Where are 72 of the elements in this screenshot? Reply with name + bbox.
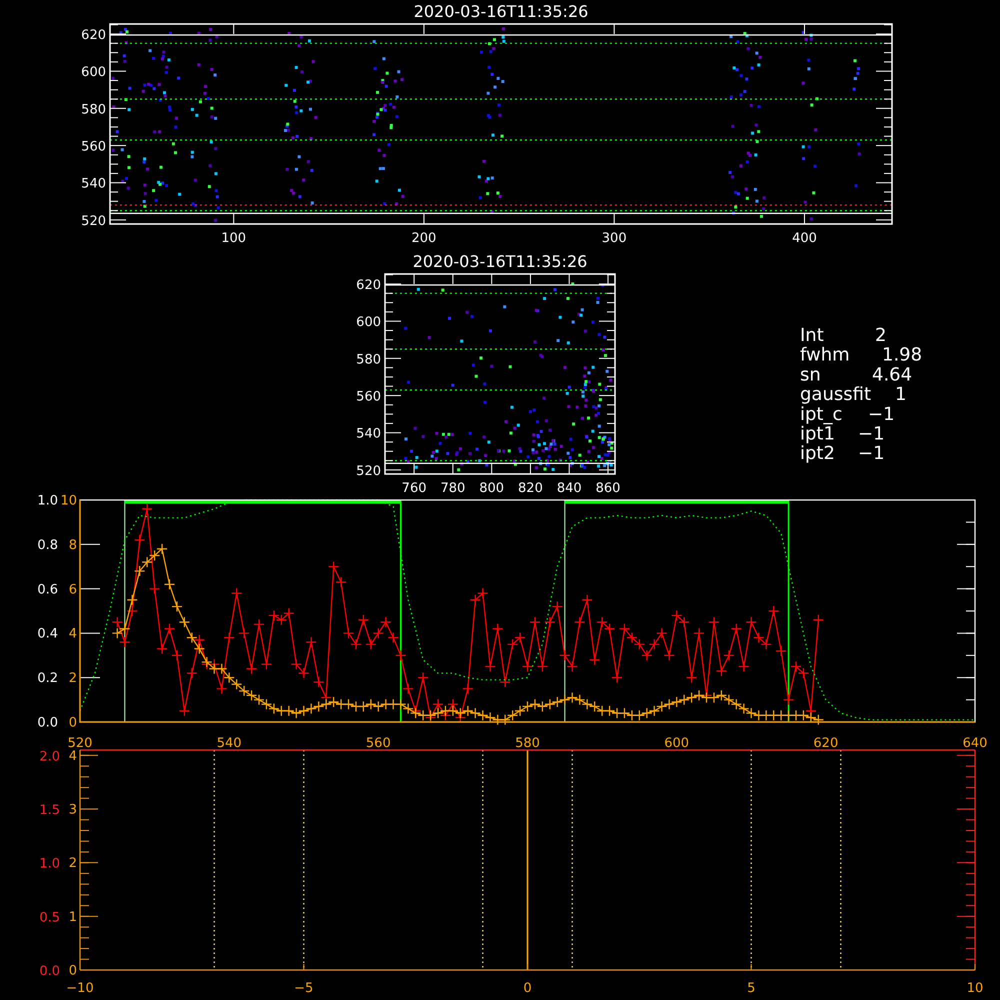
axis-tick-label: 620	[356, 278, 381, 294]
axis-tick-label: 5	[747, 981, 756, 996]
secondary-axis-label: 2	[68, 671, 77, 686]
parameter-value: 1.98	[882, 344, 922, 366]
axis-tick-label: 860	[596, 481, 620, 496]
axis-tick-label: 100	[221, 231, 246, 246]
parameter-name: ipt_c	[800, 404, 842, 425]
parameter-name: gaussfit	[800, 384, 872, 406]
secondary-axis-label: 1	[68, 910, 77, 925]
parameter-name: fwhm	[800, 344, 850, 366]
secondary-axis-label: 6	[68, 582, 77, 598]
axis-tick-label: 0.5	[39, 910, 60, 926]
secondary-axis-label: 8	[68, 538, 77, 553]
axis-tick-label: 400	[792, 231, 817, 246]
axis-tick-label: 1.0	[39, 856, 60, 872]
axis-tick-label: 540	[216, 736, 242, 751]
axis-tick-label: 560	[356, 390, 381, 405]
parameter-value: −1	[858, 424, 885, 444]
secondary-axis-label: 0	[68, 716, 77, 730]
parameter-value: −1	[858, 443, 885, 464]
axis-tick-label: 300	[602, 231, 627, 246]
axis-tick-label: 580	[356, 352, 381, 368]
secondary-axis-label: 10	[60, 494, 77, 508]
parameter-name: ipt2	[800, 443, 835, 464]
axis-tick-label: −5	[294, 981, 314, 996]
axis-tick-label: 540	[356, 426, 381, 442]
axis-tick-label: 840	[556, 481, 582, 496]
axis-tick-label: 0.6	[37, 582, 58, 598]
axis-tick-label: 0.0	[39, 964, 60, 979]
axis-tick-label: 580	[515, 736, 540, 751]
axis-tick-label: 800	[479, 481, 504, 496]
axis-tick-label: 760	[402, 481, 426, 496]
secondary-axis-label: 3	[68, 802, 77, 818]
axis-tick-label: 640	[962, 736, 988, 751]
axis-tick-label: 560	[366, 736, 391, 751]
axis-tick-label: 780	[440, 481, 466, 496]
axis-tick-label: 0.2	[37, 671, 58, 686]
axis-tick-label: 560	[81, 140, 106, 155]
axis-tick-label: 1.5	[39, 803, 60, 818]
axis-tick-label: 600	[81, 65, 106, 80]
axis-tick-label: 0.0	[37, 716, 58, 730]
axis-tick-label: 600	[664, 736, 690, 751]
axis-tick-label: 540	[81, 176, 106, 192]
axis-tick-label: 10	[966, 981, 984, 996]
axis-tick-label: 520	[356, 464, 381, 479]
axis-tick-label: 580	[81, 102, 106, 118]
secondary-axis-label: 0	[68, 964, 77, 978]
parameter-value: −1	[868, 404, 895, 425]
axis-tick-label: 600	[356, 315, 381, 330]
axis-tick-label: 820	[518, 481, 543, 496]
parameter-name: Int	[800, 325, 824, 346]
secondary-axis-label: 2	[68, 856, 77, 872]
secondary-axis-label: 4	[68, 748, 77, 764]
parameter-name: ipt1	[800, 424, 835, 444]
axis-tick-label: 1.0	[37, 494, 58, 508]
plot-title: 2020-03-16T11:35:26	[412, 252, 588, 271]
axis-tick-label: −10	[66, 981, 94, 996]
axis-tick-label: 0.4	[37, 626, 58, 642]
parameter-name: sn	[800, 364, 821, 386]
axis-tick-label: 520	[81, 214, 106, 229]
axis-tick-label: 620	[813, 736, 838, 751]
axis-tick-label: 0	[523, 981, 532, 996]
axis-tick-label: 520	[68, 736, 92, 751]
secondary-axis-label: 4	[68, 626, 77, 642]
axis-tick-label: 200	[412, 231, 436, 246]
parameter-value: 4.64	[872, 364, 912, 386]
parameter-value: 1	[895, 384, 906, 406]
axis-tick-label: 620	[81, 28, 106, 44]
parameter-value: 2	[875, 325, 886, 346]
axis-tick-label: 2.0	[39, 749, 60, 764]
axis-tick-label: 0.8	[37, 538, 58, 553]
plot-title: 2020-03-16T11:35:26	[414, 2, 588, 21]
